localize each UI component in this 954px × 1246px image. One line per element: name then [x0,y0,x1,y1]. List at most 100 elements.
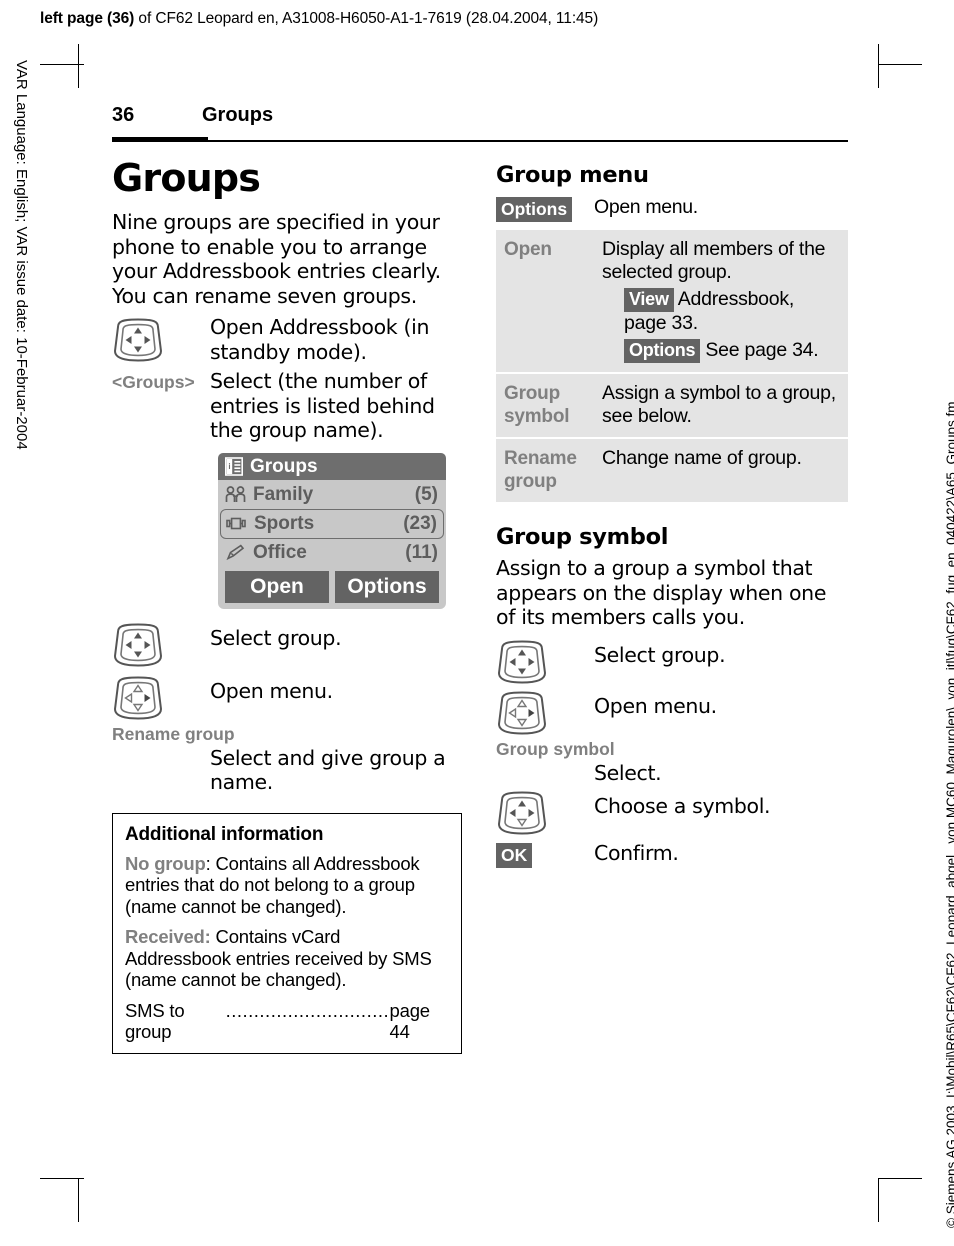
infobox-reference-text: SMS to group [125,999,185,1043]
groups-placeholder-label: <Groups> [112,372,195,392]
sports-icon [226,517,246,530]
menu-intro-row: Options Open menu. [496,194,848,222]
header-rule-thick [112,137,208,142]
crop-mark-top-left [78,44,79,88]
running-header: left page (36) of CF62 Leopard en, A3100… [40,10,598,28]
group-symbol-intro: Assign to a group a symbol that appears … [496,556,827,629]
crop-mark-left-top [40,64,84,65]
group-menu-table: Open Display all members of the selected… [496,230,848,502]
infobox-reference: SMS to group ...........................… [125,1000,449,1043]
nav-key-all-icon [497,639,547,684]
phone-item-count: (5) [414,483,438,505]
softkey-options[interactable]: Options [496,197,573,222]
crop-mark-right-top [878,64,922,65]
phone-softkey-options[interactable]: Options [335,570,439,603]
step-icon-cell [496,687,594,736]
subrow-text: See page 34. [705,339,819,361]
svg-text:i: i [228,462,230,471]
symbol-step-choose-symbol: Choose a symbol. [496,787,848,836]
phone-list-item-sports[interactable]: Sports (23) [220,508,444,539]
right-margin-text: © Siemens AG 2003, I:\Mobil\R65\CF62\CF6… [944,401,954,1228]
table-key-group-symbol: Group symbol [504,383,570,427]
crop-mark-bottom-left [78,1178,79,1222]
step-text: Select group. [210,625,342,650]
additional-information-box: Additional information No group: Contain… [112,812,462,1054]
crop-mark-right-bottom [878,1178,922,1179]
phone-softkey-open[interactable]: Open [225,570,329,603]
infobox-heading: Additional information [125,823,324,845]
nav-key-right-icon [497,690,547,735]
step-text: Open menu. [594,693,717,718]
group-menu-heading: Group menu [496,162,649,188]
table-value-open: Display all members of the selected grou… [602,238,840,363]
symbol-step-open-menu: Open menu. [496,687,848,736]
infobox-label-no-group: No group [125,852,206,874]
symbol-step-group-symbol: Group symbol Select. [496,738,848,786]
crop-mark-left-bottom [40,1178,84,1179]
infobox-paragraph-received: Received: Contains vCard Addressbook ent… [125,926,449,991]
step-icon-cell [496,636,594,685]
right-column: Group menu Options Open menu. Open Displ… [496,156,848,868]
table-value-text: Display all members of the selected grou… [602,238,826,283]
running-header-rest: of CF62 Leopard en, A31008-H6050-A1-1-76… [134,10,599,27]
crop-mark-bottom-right [878,1178,879,1222]
intro-paragraph: Nine groups are specified in your phone … [112,210,441,308]
phone-item-count: (11) [405,541,438,563]
group-symbol-label: Group symbol [496,738,615,759]
addressbook-icon: i [225,456,243,476]
step-icon-cell [112,672,210,721]
group-symbol-heading: Group symbol [496,524,669,550]
step-text: Select group. [594,642,726,667]
chapter-title: Groups [202,104,274,126]
step-key-cell: OK [496,840,594,868]
phone-item-name: Office [253,541,307,563]
step-text: Open Addressbook (in standby mode). [210,315,430,364]
nav-key-all-icon [113,622,163,667]
table-key-open: Open [504,239,552,260]
infobox-paragraph-no-group: No group: Contains all Addressbook entri… [125,853,449,918]
phone-list-item-office[interactable]: Office (11) [218,539,446,567]
step-icon-cell [496,787,594,836]
softkey-view[interactable]: View [624,288,674,312]
infobox-reference-page: page 44 [389,999,431,1043]
table-key-rename-group: Rename group [504,448,577,492]
phone-group-list: Family (5) Sports (23) Office (11) [218,480,446,567]
step-select-group: <Groups> Select (the number of entries i… [112,368,462,443]
softkey-ok[interactable]: OK [496,843,533,868]
table-value-group-symbol: Assign a symbol to a group, see below. [602,382,836,427]
phone-screen-mockup: i Groups Family (5) Sports (23) Office (… [218,452,446,609]
symbol-step-confirm: OK Confirm. [496,840,848,868]
step-text: Choose a symbol. [594,794,771,818]
nav-key-all-icon [113,318,163,362]
page-title: Groups [112,156,261,200]
phone-softkey-bar: Open Options [218,567,446,603]
table-row-open: Open Display all members of the selected… [496,230,848,374]
menu-intro-text: Open menu. [594,196,698,218]
table-row-rename-group: Rename group Change name of group. [496,439,848,502]
table-subrow-view: View Addressbook, page 33. [602,288,840,335]
step-text: Open menu. [210,678,333,703]
family-icon [225,486,246,502]
phone-list-item-family[interactable]: Family (5) [218,481,446,509]
phone-item-name: Family [253,483,314,505]
menu-intro-key-cell: Options [496,194,594,222]
left-margin-text: VAR Language: English; VAR issue date: 1… [13,60,30,450]
step-open-addressbook: Open Addressbook (in standby mode). [112,314,462,364]
step-label-cell: <Groups> [112,368,210,393]
table-value-rename-group: Change name of group. [602,447,802,469]
running-header-bold: left page (36) [40,10,135,27]
step-icon-cell-empty [112,745,210,748]
step-text: Select (the number of entries is listed … [210,369,435,442]
step-open-menu: Open menu. [112,672,462,721]
phone-title-bar: i Groups [218,452,446,480]
step-icon-cell-empty [496,760,594,763]
page-header: 36 Groups [112,104,848,148]
infobox-label-received: Received: [125,926,211,947]
softkey-options-sub[interactable]: Options [624,339,701,363]
step-icon-cell [112,314,210,363]
infobox-reference-dots: ................................ [225,999,390,1021]
table-subrow-options: Options See page 34. [602,339,840,363]
crop-mark-top-right [878,44,879,88]
rename-group-label: Rename group [112,723,235,744]
nav-key-right-icon [113,675,163,720]
